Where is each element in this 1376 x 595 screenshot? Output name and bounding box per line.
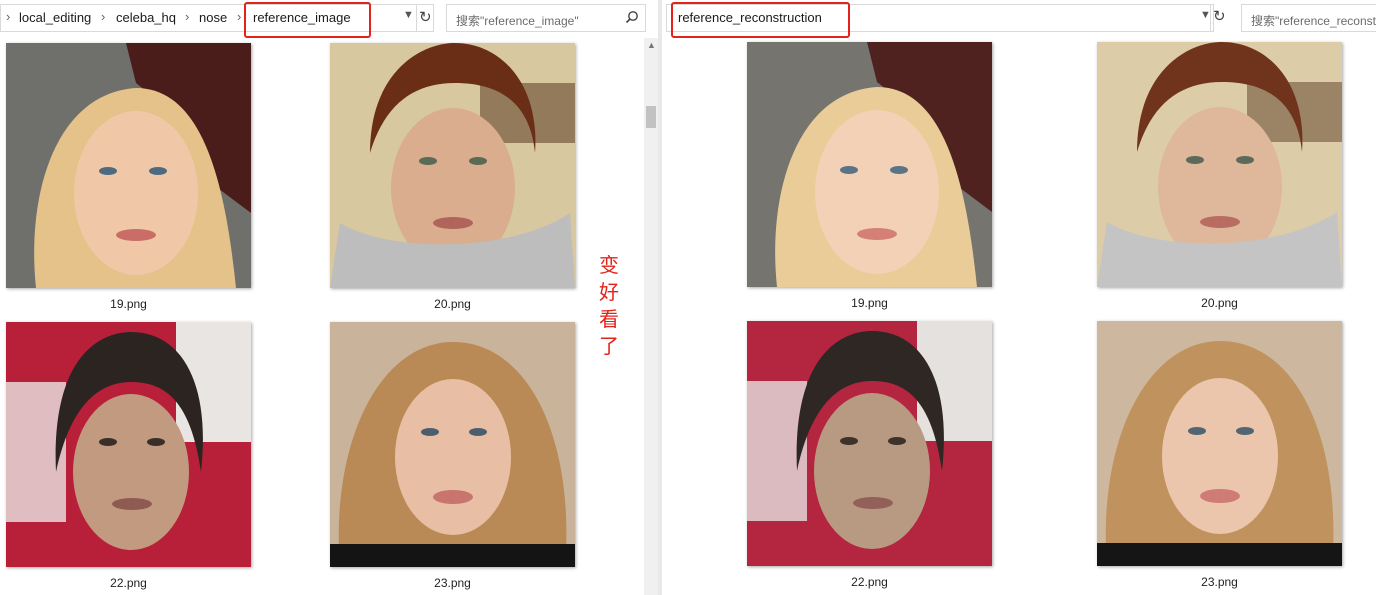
search-box[interactable]: 搜索"reference_image" bbox=[446, 4, 646, 32]
thumbnail-image[interactable] bbox=[747, 321, 992, 566]
file-name: 22.png bbox=[110, 576, 147, 590]
thumbnail-image[interactable] bbox=[6, 322, 251, 567]
search-input[interactable]: 搜索"reference_image" bbox=[456, 12, 579, 29]
thumbnail-image[interactable] bbox=[330, 322, 575, 567]
divider bbox=[416, 5, 417, 31]
highlight-box bbox=[671, 2, 850, 38]
thumbnail-image[interactable] bbox=[1097, 42, 1342, 287]
chevron-down-icon[interactable]: ▼ bbox=[403, 9, 414, 21]
breadcrumb-nose[interactable]: nose bbox=[199, 10, 227, 25]
highlight-box bbox=[244, 2, 371, 38]
breadcrumb-celeba-hq[interactable]: celeba_hq bbox=[116, 10, 176, 25]
search-input[interactable]: 搜索"reference_reconstruction" bbox=[1251, 12, 1376, 29]
file-name: 23.png bbox=[1201, 575, 1238, 589]
chevron-right-icon[interactable]: › bbox=[237, 9, 241, 24]
divider bbox=[1210, 5, 1211, 31]
left-explorer-pane: › local_editing › celeba_hq › nose › ref… bbox=[0, 0, 660, 595]
chevron-up-icon[interactable]: ▲ bbox=[647, 40, 656, 50]
file-name: 20.png bbox=[1201, 296, 1238, 310]
breadcrumb-local-editing[interactable]: local_editing bbox=[19, 10, 91, 25]
chevron-right-icon[interactable]: › bbox=[6, 9, 10, 24]
file-name: 20.png bbox=[434, 297, 471, 311]
thumbnail-image[interactable] bbox=[1097, 321, 1342, 566]
thumbnail-image[interactable] bbox=[747, 42, 992, 287]
file-name: 23.png bbox=[434, 576, 471, 590]
right-explorer-pane: reference_reconstruction ▼ ↻ 搜索"referenc… bbox=[662, 0, 1376, 595]
scrollbar-thumb[interactable] bbox=[646, 106, 656, 128]
file-name: 19.png bbox=[110, 297, 147, 311]
search-icon[interactable] bbox=[625, 10, 639, 24]
chevron-right-icon[interactable]: › bbox=[185, 9, 189, 24]
vertical-scrollbar[interactable]: ▲ bbox=[644, 38, 658, 595]
chevron-right-icon[interactable]: › bbox=[101, 9, 105, 24]
thumbnail-image[interactable] bbox=[6, 43, 251, 288]
file-name: 22.png bbox=[851, 575, 888, 589]
file-name: 19.png bbox=[851, 296, 888, 310]
search-box[interactable]: 搜索"reference_reconstruction" bbox=[1241, 4, 1376, 32]
refresh-icon[interactable]: ↻ bbox=[1213, 7, 1226, 25]
thumbnail-image[interactable] bbox=[330, 43, 575, 288]
refresh-icon[interactable]: ↻ bbox=[419, 8, 432, 26]
red-annotation-text: 变好看了 bbox=[599, 253, 619, 358]
